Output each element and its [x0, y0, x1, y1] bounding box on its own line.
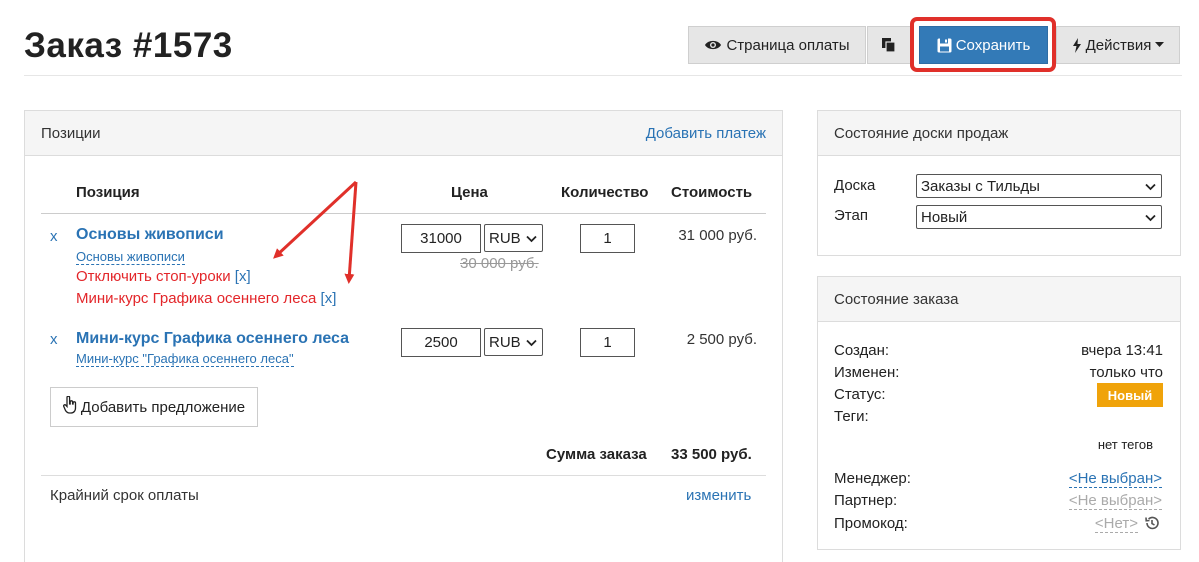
item-offer-link[interactable]: Мини-курс "Графика осеннего леса" [76, 351, 294, 367]
floppy-disk-icon [937, 38, 952, 53]
positions-panel-header: Позиции Добавить платеж [25, 111, 782, 156]
promo-select-link[interactable]: <Нет> [1094, 515, 1138, 533]
chevron-down-icon [1145, 209, 1156, 226]
currency-value: RUB [489, 333, 521, 351]
copy-button[interactable] [867, 26, 911, 64]
eye-icon [704, 38, 722, 52]
actions-dropdown[interactable]: Действия [1056, 26, 1180, 64]
remove-note-button[interactable]: [x] [321, 290, 337, 307]
manager-select-link[interactable]: <Не выбран> [1068, 470, 1162, 488]
payment-page-button[interactable]: Страница оплаты [688, 26, 866, 64]
save-label: Сохранить [955, 36, 1031, 54]
positions-panel-title: Позиции [41, 124, 101, 142]
tags-label: Теги: [834, 408, 869, 425]
order-state-panel-header: Состояние заказа [818, 277, 1180, 322]
quantity-input[interactable]: 1 [580, 224, 635, 253]
chevron-down-icon [526, 334, 537, 351]
changed-label: Изменен: [834, 364, 900, 381]
column-header-quantity: Количество [561, 184, 649, 201]
currency-select[interactable]: RUB [484, 224, 543, 252]
actions-label: Действия [1085, 36, 1152, 54]
payment-deadline-label: Крайний срок оплаты [50, 487, 199, 504]
add-offer-button[interactable]: Добавить предложение [50, 387, 258, 427]
partner-label: Партнер: [834, 492, 898, 509]
changed-value: только что [1089, 364, 1163, 381]
sales-board-panel-title: Состояние доски продаж [834, 124, 1009, 142]
price-input[interactable]: 2500 [401, 328, 481, 357]
promo-label: Промокод: [834, 515, 908, 532]
stage-value: Новый [921, 208, 968, 226]
chevron-down-icon [1145, 178, 1156, 195]
copy-icon [881, 37, 897, 53]
order-total-label: Сумма заказа [546, 446, 647, 463]
column-header-price: Цена [451, 184, 488, 201]
quantity-input[interactable]: 1 [580, 328, 635, 357]
status-label: Статус: [834, 386, 886, 403]
board-select[interactable]: Заказы с Тильды [916, 174, 1162, 198]
item-offer-link[interactable]: Основы живописи [76, 249, 185, 265]
item-cost: 2 500 руб. [686, 331, 757, 348]
payment-page-label: Страница оплаты [726, 36, 850, 54]
board-value: Заказы с Тильды [921, 177, 1040, 195]
title-divider [24, 75, 1182, 76]
currency-value: RUB [489, 229, 521, 247]
remove-note-button[interactable]: [x] [235, 268, 251, 285]
board-label: Доска [834, 177, 876, 194]
price-input[interactable]: 31000 [401, 224, 481, 253]
remove-item-button[interactable]: x [50, 228, 58, 245]
currency-select[interactable]: RUB [484, 328, 543, 356]
column-header-position: Позиция [76, 184, 140, 201]
order-total-value: 33 500 руб. [671, 446, 752, 463]
note-line: Отключить стоп-уроки [x] [76, 268, 251, 285]
item-cost: 31 000 руб. [678, 227, 757, 244]
created-value: вчера 13:41 [1081, 342, 1163, 359]
tags-value[interactable]: нет тегов [1000, 437, 1153, 452]
save-button[interactable]: Сохранить [919, 26, 1048, 64]
add-offer-label: Добавить предложение [80, 398, 246, 416]
item-title[interactable]: Мини-курс Графика осеннего леса [76, 330, 349, 348]
item-title[interactable]: Основы живописи [76, 226, 224, 244]
table-header-divider [41, 213, 766, 214]
chevron-down-icon [526, 230, 537, 247]
old-price: 30 000 руб. [460, 255, 539, 272]
partner-select-link[interactable]: <Не выбран> [1068, 492, 1162, 510]
sales-board-panel-header: Состояние доски продаж [818, 111, 1180, 156]
column-header-cost: Стоимость [671, 184, 753, 201]
bolt-icon [1072, 37, 1082, 53]
stage-select[interactable]: Новый [916, 205, 1162, 229]
total-divider [41, 475, 766, 476]
status-badge[interactable]: Новый [1097, 383, 1163, 407]
manager-label: Менеджер: [834, 470, 911, 487]
note-text: Мини-курс Графика осеннего леса [76, 290, 317, 307]
stage-label: Этап [834, 207, 868, 224]
created-label: Создан: [834, 342, 890, 359]
note-text: Отключить стоп-уроки [76, 268, 231, 285]
caret-down-icon [1155, 42, 1165, 48]
history-icon[interactable] [1144, 515, 1160, 535]
change-deadline-link[interactable]: изменить [686, 487, 751, 504]
add-payment-link[interactable]: Добавить платеж [646, 125, 766, 142]
order-state-panel-title: Состояние заказа [834, 290, 959, 308]
remove-item-button[interactable]: x [50, 331, 58, 348]
note-line: Мини-курс Графика осеннего леса [x] [76, 290, 336, 307]
page-title: Заказ #1573 [24, 26, 233, 65]
pointer-hand-icon [62, 395, 77, 418]
